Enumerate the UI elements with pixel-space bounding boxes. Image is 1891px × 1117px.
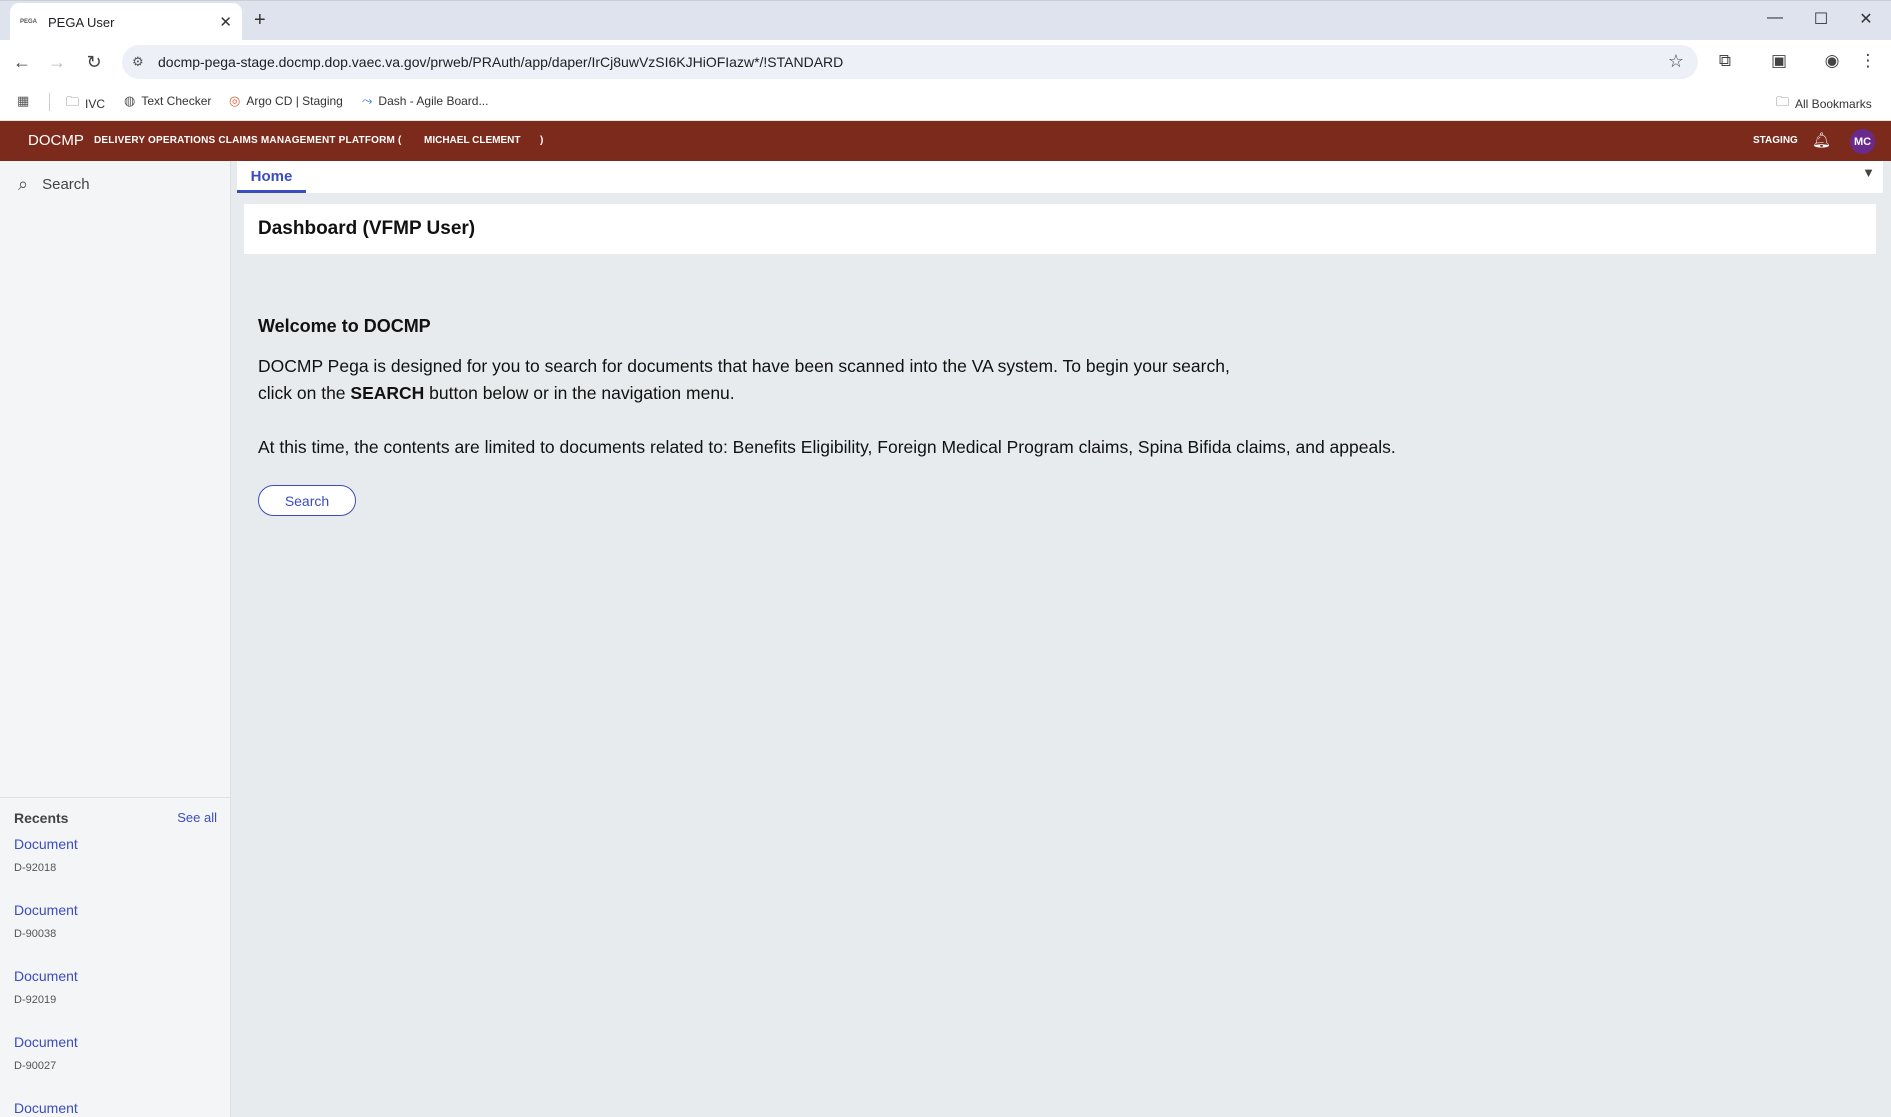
site-info-icon[interactable]: ⚙ bbox=[132, 54, 150, 70]
new-tab-icon[interactable]: + bbox=[254, 9, 266, 31]
user-name: MICHAEL CLEMENT bbox=[424, 135, 521, 146]
sidebar-search[interactable]: ⌕ Search bbox=[18, 174, 90, 195]
bookmark-dash[interactable]: ⤳ Dash - Agile Board... bbox=[362, 93, 488, 109]
search-button[interactable]: Search bbox=[258, 485, 356, 516]
maximize-window-icon[interactable]: ☐ bbox=[1811, 9, 1831, 29]
content-limits-text: At this time, the contents are limited t… bbox=[258, 437, 1396, 457]
list-item[interactable]: Document D-90027 bbox=[0, 1034, 231, 1090]
tab-menu-dropdown-icon[interactable]: ▼ bbox=[1862, 165, 1875, 180]
dash-icon: ⤳ bbox=[362, 93, 373, 108]
bookmark-label: IVC bbox=[85, 97, 106, 111]
folder-icon: 🗀 bbox=[66, 94, 80, 109]
tab-home[interactable]: Home bbox=[237, 161, 306, 193]
bookmark-text-checker[interactable]: ◍ Text Checker bbox=[124, 93, 211, 109]
recent-item-label[interactable]: Document bbox=[14, 968, 217, 984]
more-menu-icon[interactable]: ⋮ bbox=[1857, 51, 1879, 71]
recents-panel: Recents See all Document D-92018 Documen… bbox=[0, 797, 231, 1117]
platform-name: DELIVERY OPERATIONS CLAIMS MANAGEMENT PL… bbox=[94, 135, 402, 146]
argo-icon: ◎ bbox=[229, 93, 241, 108]
close-window-icon[interactable]: ✕ bbox=[1856, 9, 1876, 29]
app-brand[interactable]: DOCMP bbox=[28, 132, 84, 149]
browser-toolbar: ← → ↻ ⚙ docmp-pega-stage.docmp.dop.vaec.… bbox=[0, 40, 1891, 84]
sidebar-search-label: Search bbox=[42, 176, 90, 193]
reload-icon[interactable]: ↻ bbox=[83, 51, 105, 73]
user-avatar[interactable]: MC bbox=[1850, 129, 1875, 154]
welcome-title: Welcome to DOCMP bbox=[258, 316, 431, 336]
recent-item-id: D-90038 bbox=[14, 928, 57, 940]
app-header: DOCMP DELIVERY OPERATIONS CLAIMS MANAGEM… bbox=[0, 121, 1891, 161]
media-icon[interactable]: ▣ bbox=[1768, 51, 1790, 71]
bookmark-ivc[interactable]: 🗀 IVC bbox=[66, 93, 105, 115]
all-bookmarks[interactable]: 🗀 All Bookmarks bbox=[1776, 93, 1872, 115]
dashboard-header: Dashboard (VFMP User) bbox=[244, 204, 1876, 254]
recents-title: Recents bbox=[14, 810, 69, 826]
welcome-section: Welcome to DOCMP DOCMP Pega is designed … bbox=[258, 316, 1758, 461]
welcome-intro: DOCMP Pega is designed for you to search… bbox=[258, 353, 1758, 407]
recent-item-id: D-92019 bbox=[14, 994, 57, 1006]
bookmark-label: Dash - Agile Board... bbox=[378, 94, 489, 108]
list-item[interactable]: Document D-90038 bbox=[0, 902, 231, 958]
recent-item-label[interactable]: Document bbox=[14, 902, 217, 918]
see-all-link[interactable]: See all bbox=[177, 810, 217, 826]
main-tab-bar: Home ▼ bbox=[237, 161, 1883, 193]
bookmark-argo-cd[interactable]: ◎ Argo CD | Staging bbox=[229, 93, 343, 109]
intro-line-1: DOCMP Pega is designed for you to search… bbox=[258, 356, 1230, 376]
intro-suffix: button below or in the navigation menu. bbox=[424, 383, 735, 403]
intro-prefix: click on the bbox=[258, 383, 351, 403]
address-bar[interactable]: ⚙ docmp-pega-stage.docmp.dop.vaec.va.gov… bbox=[122, 45, 1698, 79]
bookmarks-divider bbox=[49, 93, 50, 111]
bookmark-label: Text Checker bbox=[141, 94, 212, 108]
bookmark-label: Argo CD | Staging bbox=[246, 94, 343, 108]
notifications-bell-icon[interactable]: 🔔︎ bbox=[1812, 131, 1831, 149]
recent-item-id: D-92018 bbox=[14, 862, 57, 874]
bookmarks-bar: ▦ 🗀 IVC ◍ Text Checker ◎ Argo CD | Stagi… bbox=[0, 84, 1891, 121]
list-item[interactable]: Document D-92018 bbox=[0, 836, 231, 892]
page-title: Dashboard (VFMP User) bbox=[258, 218, 476, 239]
search-icon: ⌕ bbox=[18, 174, 29, 194]
recent-item-id: D-90027 bbox=[14, 1060, 57, 1072]
intro-search-emphasis: SEARCH bbox=[350, 383, 425, 403]
folder-icon: 🗀 bbox=[1776, 94, 1790, 109]
browser-tab[interactable]: PEGA PEGA User ✕ bbox=[10, 3, 242, 41]
recent-item-label[interactable]: Document bbox=[14, 836, 217, 852]
all-bookmarks-label: All Bookmarks bbox=[1795, 97, 1872, 111]
bookmark-star-icon[interactable]: ☆ bbox=[1668, 51, 1684, 72]
back-icon[interactable]: ← bbox=[11, 51, 33, 73]
browser-tab-title: PEGA User bbox=[48, 14, 115, 30]
list-item[interactable]: Document D-92006 bbox=[0, 1100, 231, 1117]
list-item[interactable]: Document D-92019 bbox=[0, 968, 231, 1024]
pega-favicon-icon: PEGA bbox=[20, 19, 38, 25]
globe-icon: ◍ bbox=[124, 93, 136, 108]
platform-close-paren: ) bbox=[540, 135, 544, 146]
minimize-window-icon[interactable]: — bbox=[1765, 9, 1785, 27]
forward-icon[interactable]: → bbox=[46, 51, 68, 73]
environment-label: STAGING bbox=[1753, 135, 1798, 146]
close-tab-icon[interactable]: ✕ bbox=[219, 13, 232, 31]
recent-item-label[interactable]: Document bbox=[14, 1034, 217, 1050]
recent-item-label[interactable]: Document bbox=[14, 1100, 217, 1116]
apps-grid-icon[interactable]: ▦ bbox=[17, 93, 29, 109]
browser-tab-strip: PEGA PEGA User ✕ + — ☐ ✕ bbox=[0, 0, 1891, 41]
sidebar: ⌕ Search Recents See all Document D-9201… bbox=[0, 161, 231, 1117]
url-text[interactable]: docmp-pega-stage.docmp.dop.vaec.va.gov/p… bbox=[158, 54, 843, 70]
extensions-icon[interactable]: ⧉ bbox=[1714, 51, 1736, 71]
profile-icon[interactable]: ◉ bbox=[1821, 51, 1843, 71]
